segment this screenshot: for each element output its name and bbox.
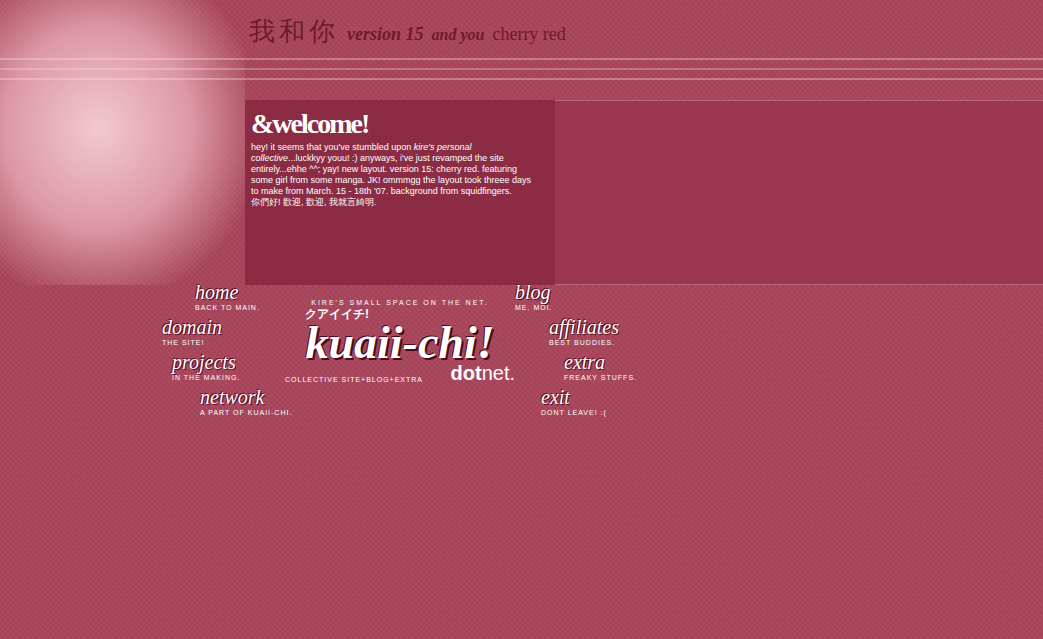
nav-link-title: home (195, 281, 285, 303)
nav-link-subtitle: A PART OF KUAII-CHI. (200, 408, 285, 417)
welcome-chinese: 你們好! 歡迎, 歡迎, 我就言綺明. (251, 197, 377, 207)
manga-image (0, 0, 245, 285)
welcome-segment: hey! it seems that you've stumbled upon (251, 142, 414, 152)
nav-right: blogME. MOI. affiliatesBEST BUDDIES. extra… (515, 281, 645, 417)
header-band (555, 100, 1043, 285)
nav-link-subtitle: FREAKY STUFFS. (564, 373, 645, 382)
page: 我和你version 15and youcherry red&welcome!h… (0, 0, 1043, 639)
site-logo[interactable]: KIRE'S SMALL SPACE ON THE NET.クアイイチ!kuai… (285, 281, 515, 417)
nav-link[interactable]: blogME. MOI. (515, 281, 645, 312)
header-title: 我和你 version 15 and you cherry red (245, 14, 1043, 49)
header-theme: cherry red (492, 24, 565, 45)
header-subtitle: and you (432, 26, 485, 44)
nav-link-subtitle: DONT LEAVE! :( (541, 408, 645, 417)
nav-link-subtitle: THE SITE! (162, 338, 285, 347)
nav-link[interactable]: networkA PART OF KUAII-CHI. (200, 386, 285, 417)
nav-link[interactable]: affiliatesBEST BUDDIES. (549, 316, 645, 347)
nav-link-subtitle: BEST BUDDIES. (549, 338, 645, 347)
header: 我和你 version 15 and you cherry red (245, 0, 1043, 100)
header-version: version 15 (347, 24, 424, 45)
top-section: 我和你version 15and youcherry red&welcome!h… (0, 0, 1043, 285)
nav-link[interactable]: exitDONT LEAVE! :( (541, 386, 645, 417)
nav-link[interactable]: domainTHE SITE! (162, 316, 285, 347)
nav-link-title: network (200, 386, 285, 408)
nav-link-title: affiliates (549, 316, 645, 338)
header-chinese: 我和你 (249, 14, 339, 49)
logo-name: kuaii-chi! (305, 323, 494, 363)
header-stripes (0, 58, 1043, 80)
welcome-title: &welcome! (251, 108, 541, 140)
logo-tagline: KIRE'S SMALL SPACE ON THE NET. (311, 299, 489, 306)
nav-link-title: projects (172, 351, 285, 373)
logo-dotnet: dotnet. (451, 363, 515, 383)
navigation: homeBACK TO MAIN. domainTHE SITE! projects… (160, 281, 1043, 417)
logo-footer: COLLECTIVE SITE+BLOG+EXTRA (285, 376, 423, 383)
welcome-panel: &welcome!hey! it seems that you've stumb… (245, 100, 555, 285)
nav-link-title: domain (162, 316, 285, 338)
nav-link-title: blog (515, 281, 645, 303)
nav-link-subtitle: ME. MOI. (515, 303, 645, 312)
logo-bottom: COLLECTIVE SITE+BLOG+EXTRA dotnet. (285, 363, 515, 383)
nav-link-title: exit (541, 386, 645, 408)
logo-katakana: クアイイチ! (305, 306, 369, 323)
nav-link-subtitle: BACK TO MAIN. (195, 303, 285, 312)
nav-link[interactable]: projectsIN THE MAKING. (172, 351, 285, 382)
nav-link[interactable]: extraFREAKY STUFFS. (564, 351, 645, 382)
welcome-segment: ...luckkyy youu! :) anyways, i've just r… (251, 153, 531, 196)
welcome-text: hey! it seems that you've stumbled upon … (251, 142, 541, 208)
nav-link-title: extra (564, 351, 645, 373)
nav-link-subtitle: IN THE MAKING. (172, 373, 285, 382)
nav-link[interactable]: homeBACK TO MAIN. (195, 281, 285, 312)
nav-left: homeBACK TO MAIN. domainTHE SITE! projects… (160, 281, 285, 417)
